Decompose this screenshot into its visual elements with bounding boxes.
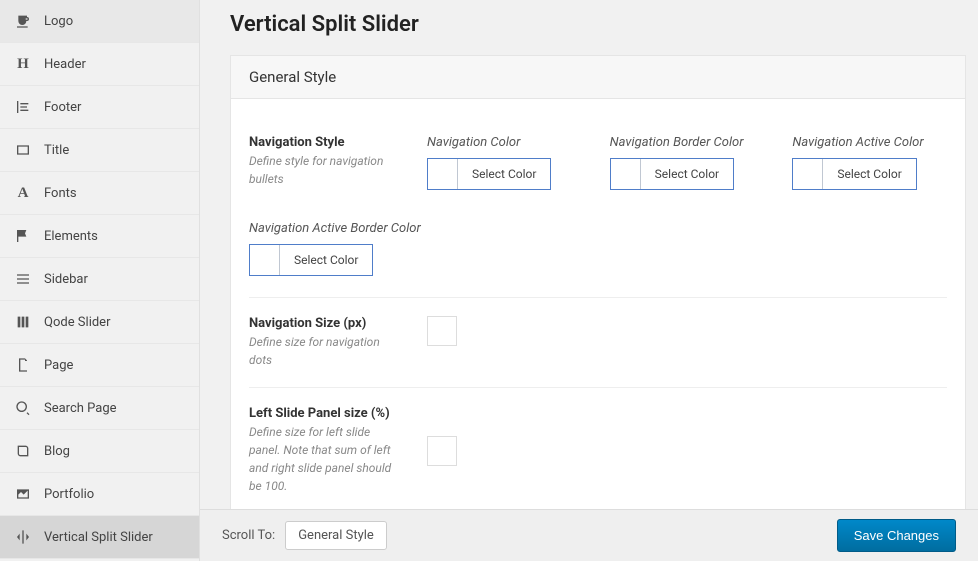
vertical-split-icon [14,528,32,546]
row-left-slide-panel-size: Left Slide Panel size (%) Define size fo… [249,388,947,514]
page-icon [14,356,32,374]
sidebar-item-label: Vertical Split Slider [44,530,153,545]
cup-icon [14,12,32,30]
color-button-text: Select Color [641,159,733,189]
sidebar-item-qode-slider[interactable]: Qode Slider [0,301,199,344]
footer-icon [14,98,32,116]
sidebar-item-search-page[interactable]: Search Page [0,387,199,430]
left-panel-size-input[interactable] [427,436,457,466]
navigation-border-color-button[interactable]: Select Color [610,158,734,190]
field-label: Left Slide Panel size (%) [249,406,399,421]
font-icon: A [14,184,32,202]
sidebar-item-fonts[interactable]: A Fonts [0,172,199,215]
sidebar-item-sidebar[interactable]: Sidebar [0,258,199,301]
sidebar-item-label: Qode Slider [44,315,110,330]
color-button-text: Select Color [280,245,372,275]
field-label: Navigation Active Color [792,135,947,150]
footer-bar: Scroll To: General Style Save Changes [200,509,978,561]
sidebar-item-blog[interactable]: Blog [0,430,199,473]
search-icon [14,399,32,417]
color-button-text: Select Color [458,159,550,189]
sidebar-item-label: Sidebar [44,272,88,287]
save-changes-button[interactable]: Save Changes [837,519,956,552]
sidebar-item-label: Footer [44,100,81,115]
content-area: Vertical Split Slider General Style Navi… [200,0,978,561]
sidebar: Logo H Header Footer Title A Fonts [0,0,200,561]
field-label: Navigation Color [427,135,582,150]
color-swatch [793,159,823,189]
color-button-text: Select Color [823,159,915,189]
portfolio-icon [14,485,32,503]
sidebar-item-vertical-split-slider[interactable]: Vertical Split Slider [0,516,199,559]
blog-icon [14,442,32,460]
slider-icon [14,313,32,331]
sidebar-item-label: Title [44,143,69,158]
sidebar-item-title[interactable]: Title [0,129,199,172]
field-label: Navigation Style [249,135,399,150]
navigation-color-button[interactable]: Select Color [427,158,551,190]
sidebar-item-header[interactable]: H Header [0,43,199,86]
sidebar-item-label: Elements [44,229,98,244]
sidebar-item-page[interactable]: Page [0,344,199,387]
field-label: Navigation Size (px) [249,316,399,331]
color-swatch [250,245,280,275]
sidebar-item-footer[interactable]: Footer [0,86,199,129]
field-hint: Define style for navigation bullets [249,152,399,188]
sidebar-item-elements[interactable]: Elements [0,215,199,258]
sidebar-item-label: Header [44,57,86,72]
sidebar-item-label: Blog [44,444,70,459]
title-icon [14,141,32,159]
sidebar-item-label: Page [44,358,73,373]
sidebar-item-label: Logo [44,14,73,29]
scroll-to-select[interactable]: General Style [285,521,387,550]
panel-general-style: General Style Navigation Style Define st… [230,55,966,561]
sidebar-item-portfolio[interactable]: Portfolio [0,473,199,516]
sidebar-item-logo[interactable]: Logo [0,0,199,43]
color-swatch [428,159,458,189]
page-title: Vertical Split Slider [200,0,978,55]
field-label: Navigation Active Border Color [249,221,947,236]
sidebar-item-label: Fonts [44,186,77,201]
flag-icon [14,227,32,245]
panel-header: General Style [231,56,965,99]
navigation-size-input[interactable] [427,316,457,346]
row-navigation-size: Navigation Size (px) Define size for nav… [249,298,947,388]
scroll-to-group: Scroll To: General Style [222,521,387,550]
field-label: Navigation Border Color [610,135,765,150]
navigation-active-color-button[interactable]: Select Color [792,158,916,190]
navigation-active-border-color-button[interactable]: Select Color [249,244,373,276]
scroll-to-label: Scroll To: [222,528,275,543]
sidebar-item-label: Portfolio [44,487,94,502]
bars-icon [14,270,32,288]
sidebar-item-label: Search Page [44,401,117,416]
row-navigation-style: Navigation Style Define style for naviga… [249,117,947,298]
field-hint: Define size for left slide panel. Note t… [249,423,399,495]
field-hint: Define size for navigation dots [249,333,399,369]
header-icon: H [14,55,32,73]
color-swatch [611,159,641,189]
